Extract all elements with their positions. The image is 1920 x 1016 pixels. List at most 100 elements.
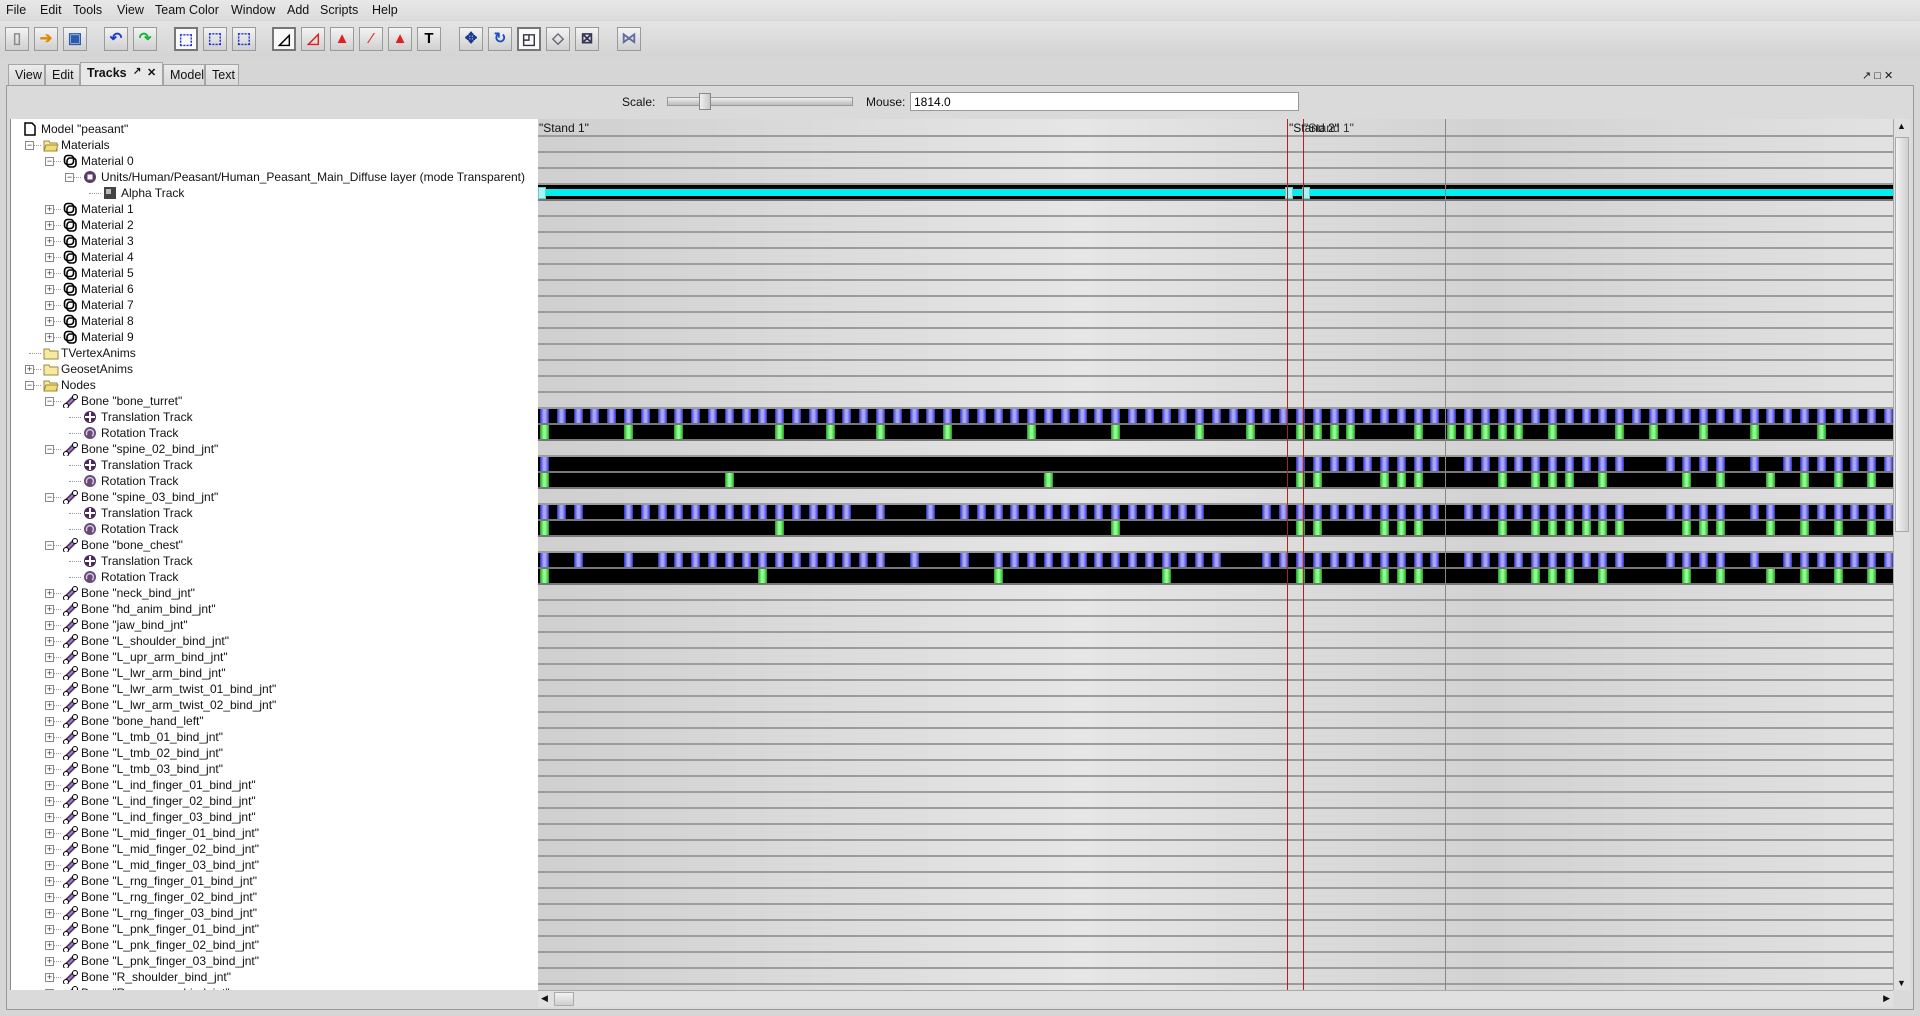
translation-keyframe[interactable] (1329, 457, 1339, 471)
translation-keyframe[interactable] (1212, 409, 1221, 423)
translation-keyframe[interactable] (1749, 553, 1759, 567)
translation-keyframe[interactable] (1329, 505, 1339, 519)
translation-keyframe[interactable] (1396, 457, 1406, 471)
tree-item-bone-bone-chest[interactable]: − Bone "bone_chest" (11, 537, 538, 553)
translation-keyframe[interactable] (1615, 553, 1625, 567)
rotation-keyframe[interactable] (540, 473, 549, 487)
translation-keyframe[interactable] (708, 409, 717, 423)
rotation-keyframe[interactable] (1111, 521, 1121, 535)
tree-item-bone-l-pnk-finger-02-bind-jnt[interactable]: + Bone "L_pnk_finger_02_bind_jnt" (11, 937, 538, 953)
tree-item-nodes[interactable]: − Nodes (11, 377, 538, 393)
node-tree[interactable]: Model "peasant" − Materials − Material 0− Uni… (10, 119, 538, 990)
translation-keyframe[interactable] (1615, 409, 1625, 423)
translation-keyframe[interactable] (1716, 409, 1725, 423)
translation-keyframe[interactable] (1430, 409, 1440, 423)
tree-item-bone-bone-turret[interactable]: − Bone "bone_turret" (11, 393, 538, 409)
translation-keyframe[interactable] (1144, 505, 1154, 519)
menu-edit[interactable]: Edit (40, 3, 62, 17)
translation-keyframe[interactable] (1464, 457, 1473, 471)
translation-keyframe[interactable] (876, 505, 885, 519)
expand-icon[interactable]: + (45, 829, 54, 838)
translation-keyframe[interactable] (1413, 409, 1423, 423)
translation-keyframe[interactable] (1598, 505, 1608, 519)
expand-icon[interactable]: + (45, 925, 54, 934)
translation-keyframe[interactable] (1094, 553, 1104, 567)
translation-keyframe[interactable] (1581, 409, 1591, 423)
translation-keyframe[interactable] (1380, 505, 1389, 519)
expand-icon[interactable]: + (45, 733, 54, 742)
translation-keyframe[interactable] (1161, 553, 1171, 567)
translation-keyframe[interactable] (1363, 457, 1373, 471)
expand-icon[interactable]: + (45, 749, 54, 758)
rotation-keyframe[interactable] (1581, 521, 1591, 535)
rotation-keyframe[interactable] (1867, 521, 1877, 535)
tree-item-bone-l-tmb-03-bind-jnt[interactable]: + Bone "L_tmb_03_bind_jnt" (11, 761, 538, 777)
translation-keyframe[interactable] (1178, 505, 1188, 519)
rotation-keyframe[interactable] (1531, 473, 1541, 487)
rotation-keyframe[interactable] (1598, 473, 1608, 487)
rotation-keyframe[interactable] (1044, 473, 1053, 487)
translation-keyframe[interactable] (1027, 553, 1037, 567)
expand-icon[interactable]: + (45, 653, 54, 662)
menu-view[interactable]: View (117, 3, 144, 17)
translation-keyframe[interactable] (1514, 505, 1524, 519)
translation-keyframe[interactable] (792, 553, 801, 567)
scroll-up-icon[interactable]: ▲ (1897, 121, 1906, 131)
translation-keyframe[interactable] (1598, 409, 1608, 423)
translation-keyframe[interactable] (825, 505, 835, 519)
rotation-keyframe[interactable] (1111, 425, 1121, 439)
translation-keyframe[interactable] (1665, 505, 1675, 519)
tree-item-bone-l-shoulder-bind-jnt[interactable]: + Bone "L_shoulder_bind_jnt" (11, 633, 538, 649)
translation-keyframe[interactable] (1800, 553, 1809, 567)
translation-keyframe[interactable] (1665, 457, 1675, 471)
translation-keyframe[interactable] (1077, 409, 1087, 423)
translation-keyframe[interactable] (1111, 553, 1121, 567)
translation-keyframe[interactable] (540, 409, 549, 423)
translation-keyframe[interactable] (1396, 409, 1406, 423)
translation-keyframe[interactable] (1548, 409, 1557, 423)
rotation-keyframe[interactable] (1531, 569, 1541, 583)
translation-keyframe[interactable] (1128, 505, 1137, 519)
translation-keyframe[interactable] (1716, 553, 1725, 567)
translation-track-row[interactable] (538, 553, 1893, 569)
translation-keyframe[interactable] (1380, 553, 1389, 567)
rotation-keyframe[interactable] (1548, 569, 1557, 583)
redo-button[interactable]: ↷ (133, 27, 157, 51)
translation-keyframe[interactable] (1514, 457, 1524, 471)
translation-keyframe[interactable] (1564, 505, 1574, 519)
translation-keyframe[interactable] (909, 553, 919, 567)
tree-item-bone-l-lwr-arm-twist-02-bind-jnt[interactable]: + Bone "L_lwr_arm_twist_02_bind_jnt" (11, 697, 538, 713)
tree-item-bone-l-upr-arm-bind-jnt[interactable]: + Bone "L_upr_arm_bind_jnt" (11, 649, 538, 665)
collapse-icon[interactable]: − (45, 157, 54, 166)
translation-keyframe[interactable] (1363, 409, 1373, 423)
translation-keyframe[interactable] (1816, 553, 1826, 567)
translation-keyframe[interactable] (1648, 409, 1658, 423)
translation-keyframe[interactable] (1312, 505, 1322, 519)
translation-keyframe[interactable] (1060, 409, 1070, 423)
scroll-right-icon[interactable]: ▶ (1883, 993, 1890, 1004)
translation-keyframe[interactable] (1312, 457, 1322, 471)
tree-item-material-7[interactable]: + Material 7 (11, 297, 538, 313)
expand-icon[interactable]: + (45, 973, 54, 982)
translation-keyframe[interactable] (993, 553, 1003, 567)
tree-item-translation-track[interactable]: Translation Track (11, 457, 538, 473)
expand-icon[interactable]: + (45, 909, 54, 918)
expand-icon[interactable]: + (45, 333, 54, 342)
collapse-icon[interactable]: − (45, 445, 54, 454)
rotation-keyframe[interactable] (1800, 473, 1809, 487)
vertical-scrollbar[interactable]: ▲ ▼ (1893, 119, 1910, 990)
rotation-keyframe[interactable] (1396, 521, 1406, 535)
tree-item-bone-spine-02-bind-jnt[interactable]: − Bone "spine_02_bind_jnt" (11, 441, 538, 457)
translation-keyframe[interactable] (1548, 505, 1557, 519)
translation-keyframe[interactable] (1228, 409, 1238, 423)
translation-keyframe[interactable] (1060, 505, 1070, 519)
translation-keyframe[interactable] (1699, 505, 1709, 519)
rotation-keyframe[interactable] (1396, 473, 1406, 487)
translation-track-row[interactable] (538, 505, 1893, 521)
translation-keyframe[interactable] (1850, 409, 1860, 423)
translation-keyframe[interactable] (1346, 553, 1356, 567)
tree-item-bone-hd-anim-bind-jnt[interactable]: + Bone "hd_anim_bind_jnt" (11, 601, 538, 617)
expand-icon[interactable]: + (45, 237, 54, 246)
translation-keyframe[interactable] (1195, 505, 1205, 519)
translation-keyframe[interactable] (1144, 409, 1154, 423)
